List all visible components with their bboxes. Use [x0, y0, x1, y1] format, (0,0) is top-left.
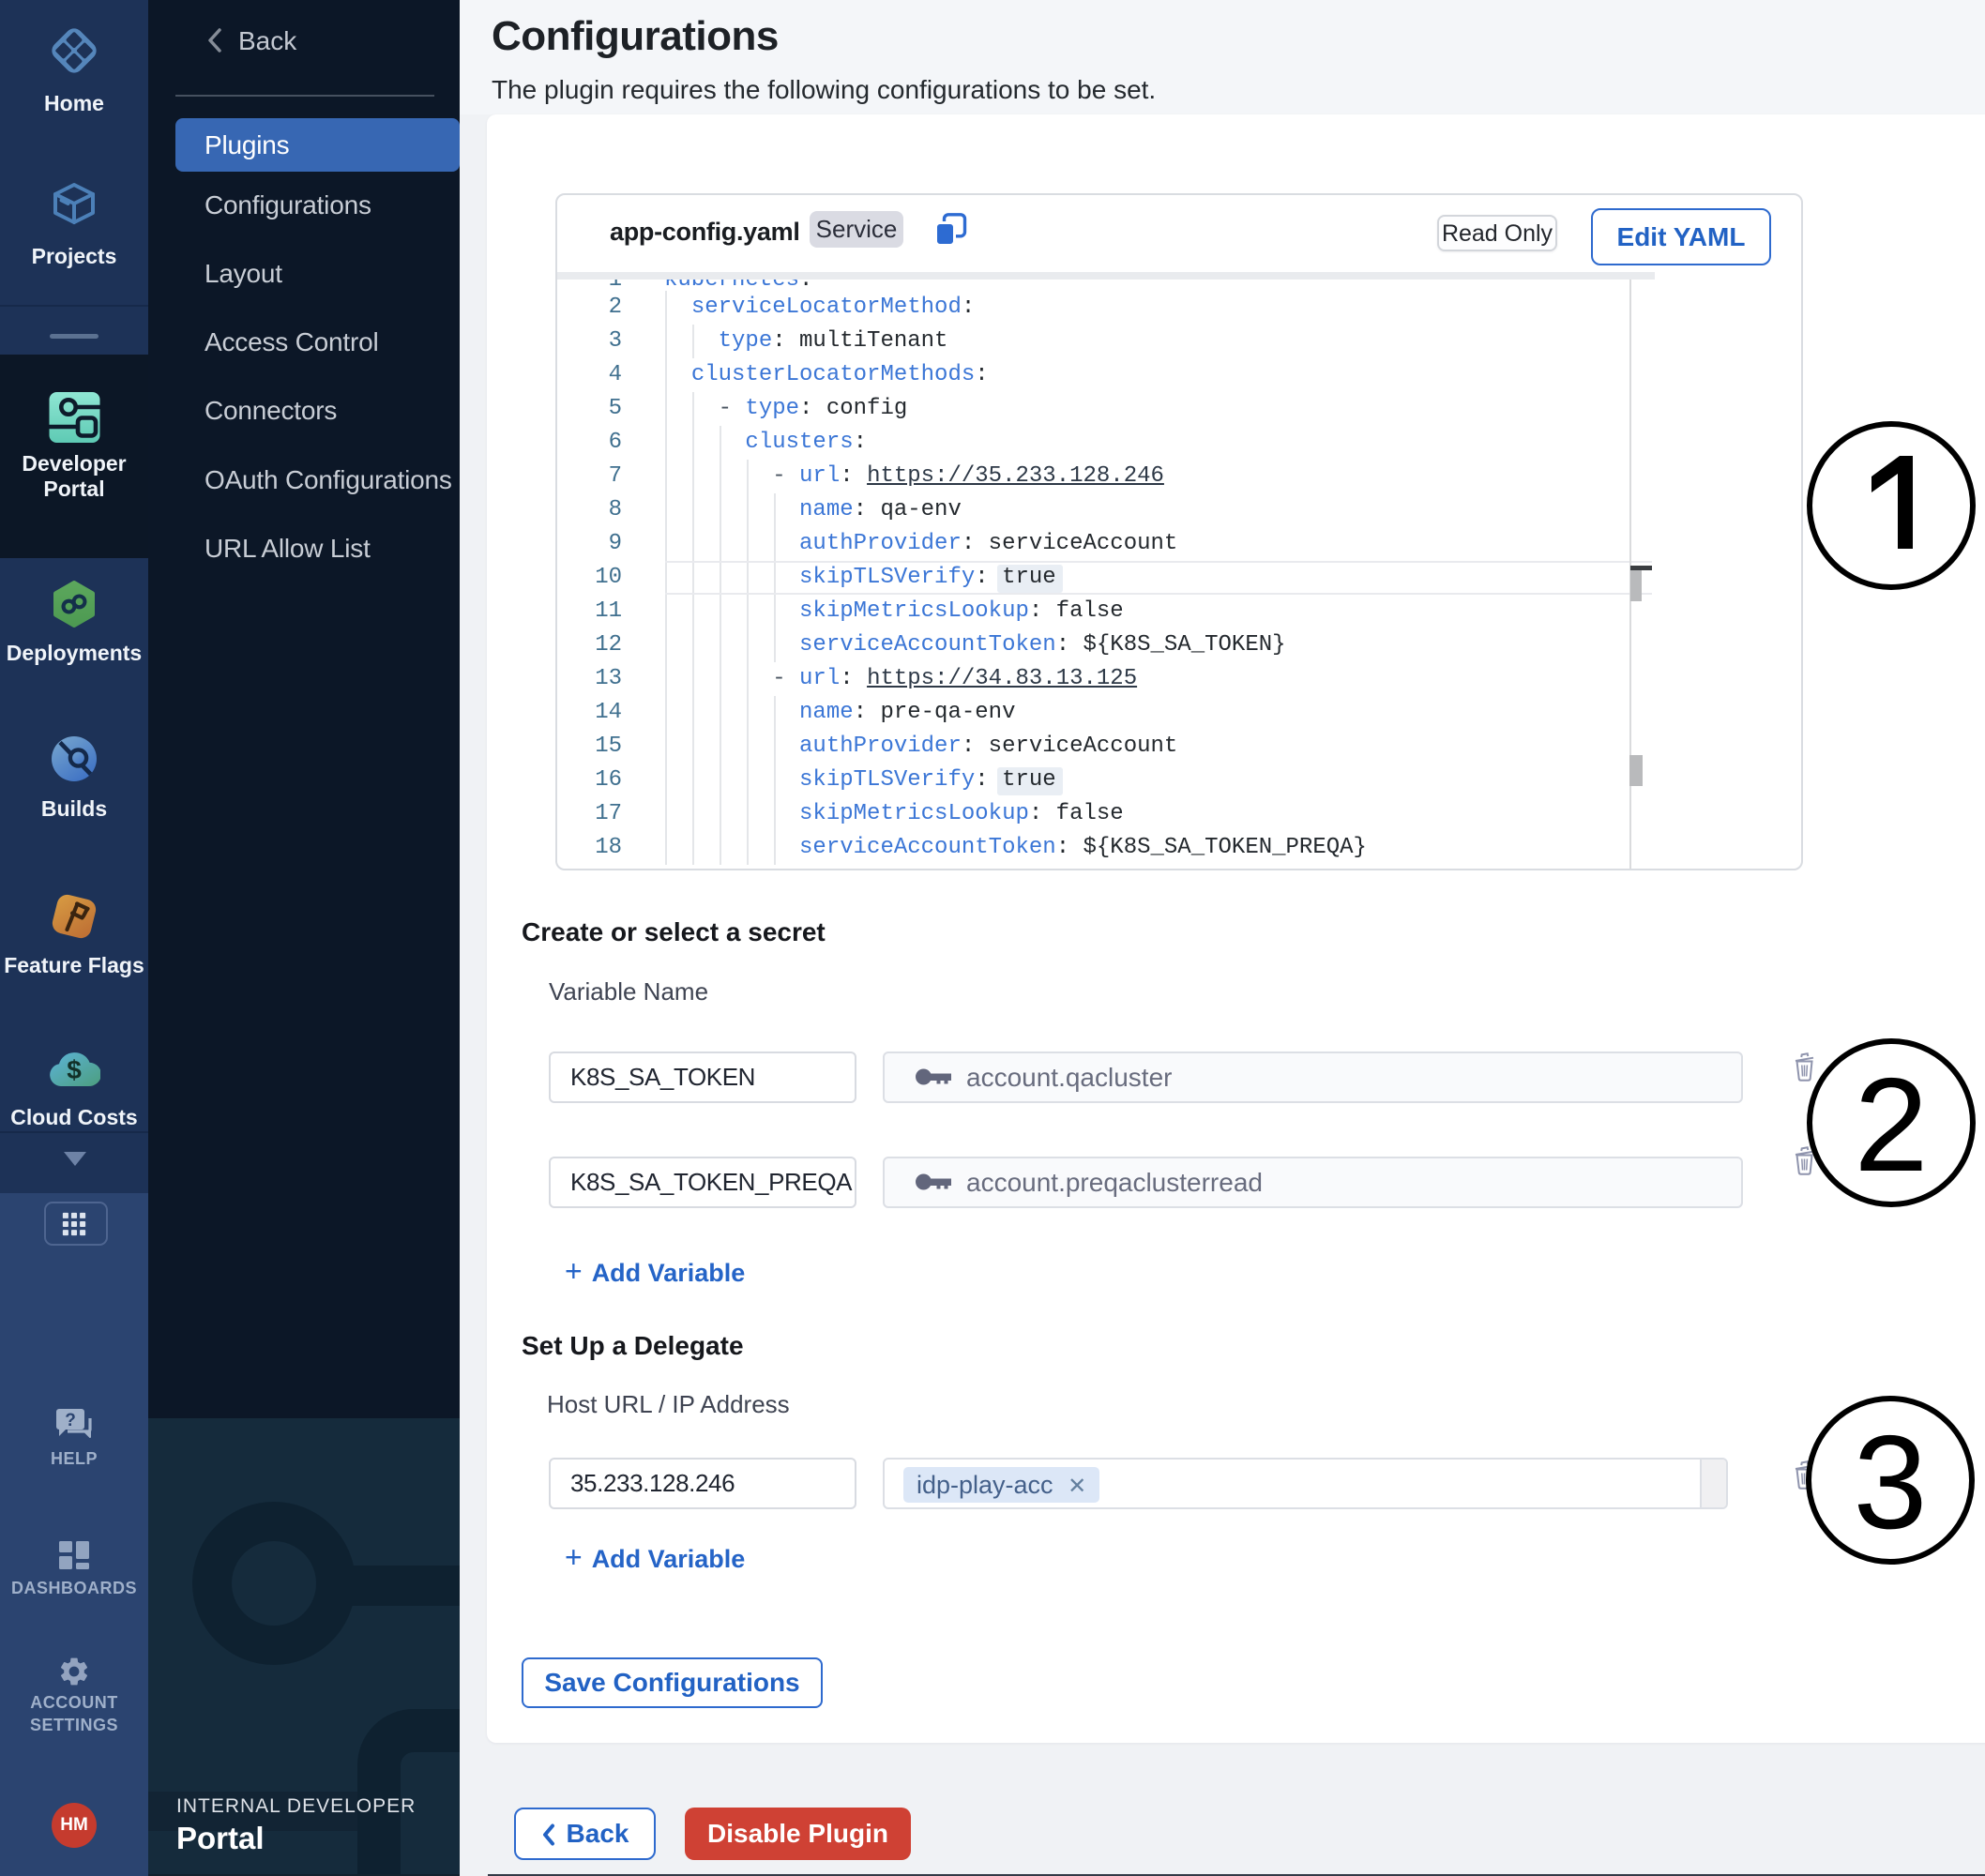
svg-text:?: ?: [65, 1411, 76, 1430]
svg-text:$: $: [67, 1055, 82, 1084]
